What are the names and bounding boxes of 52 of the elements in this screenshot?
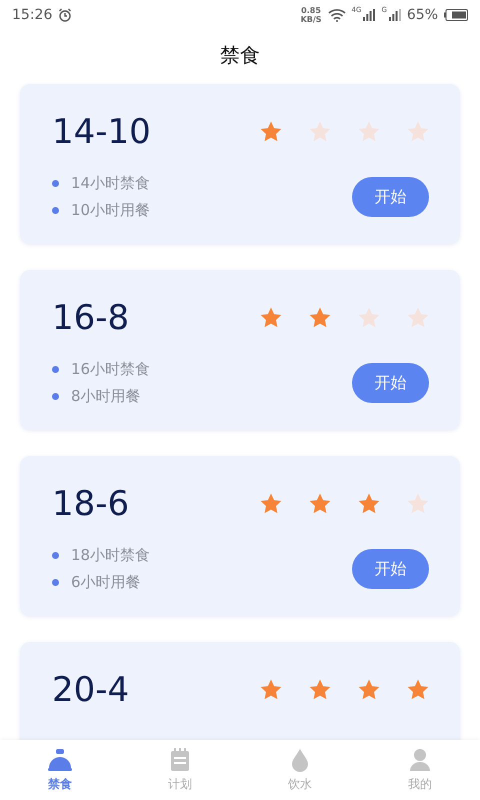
page-title: 禁食	[220, 42, 260, 68]
star-icon	[357, 492, 381, 516]
nav-tab[interactable]: 计划	[120, 740, 240, 800]
plan-name: 14-10	[52, 112, 151, 152]
star-icon	[308, 306, 332, 330]
star-icon	[406, 120, 430, 144]
nav-tab[interactable]: 饮水	[240, 740, 360, 800]
plan-name: 16-8	[52, 298, 130, 338]
plan-detail: 8小时用餐	[71, 387, 141, 406]
signal-icon	[363, 9, 376, 21]
star-icon	[308, 492, 332, 516]
bowl-icon	[47, 748, 73, 772]
start-button[interactable]: 开始	[352, 363, 429, 403]
star-icon	[357, 306, 381, 330]
start-button[interactable]: 开始	[352, 177, 429, 217]
plan-name: 20-4	[52, 670, 130, 710]
star-icon	[357, 120, 381, 144]
star-icon	[406, 678, 430, 702]
wifi-icon	[328, 8, 346, 22]
person-icon	[409, 748, 431, 772]
star-icon	[259, 678, 283, 702]
start-button[interactable]: 开始	[352, 549, 429, 589]
status-time: 15:26	[12, 7, 52, 23]
bullet-dot	[52, 207, 59, 214]
star-icon	[259, 492, 283, 516]
plan-name: 18-6	[52, 484, 130, 524]
nav-tab[interactable]: 禁食	[0, 740, 120, 800]
battery-icon	[444, 9, 468, 21]
star-icon	[406, 492, 430, 516]
network-speed: 0.85 KB/S	[300, 6, 322, 24]
star-icon	[357, 678, 381, 702]
plan-detail: 18小时禁食	[71, 546, 150, 565]
bullet-dot	[52, 552, 59, 559]
notepad-icon	[169, 748, 191, 772]
bullet-dot	[52, 393, 59, 400]
alarm-icon	[58, 8, 72, 22]
bullet-dot	[52, 579, 59, 586]
bullet-dot	[52, 366, 59, 373]
signal-icon	[388, 9, 401, 21]
battery-percent: 65%	[406, 7, 438, 23]
nav-tab[interactable]: 我的	[360, 740, 480, 800]
star-icon	[308, 120, 332, 144]
plan-detail: 6小时用餐	[71, 573, 141, 592]
plan-detail: 10小时用餐	[71, 201, 150, 220]
star-icon	[406, 306, 430, 330]
plan-detail: 16小时禁食	[71, 360, 150, 379]
bullet-dot	[52, 180, 59, 187]
star-icon	[259, 306, 283, 330]
plan-detail: 14小时禁食	[71, 174, 150, 193]
star-icon	[308, 678, 332, 702]
drop-icon	[290, 748, 310, 772]
star-icon	[259, 120, 283, 144]
